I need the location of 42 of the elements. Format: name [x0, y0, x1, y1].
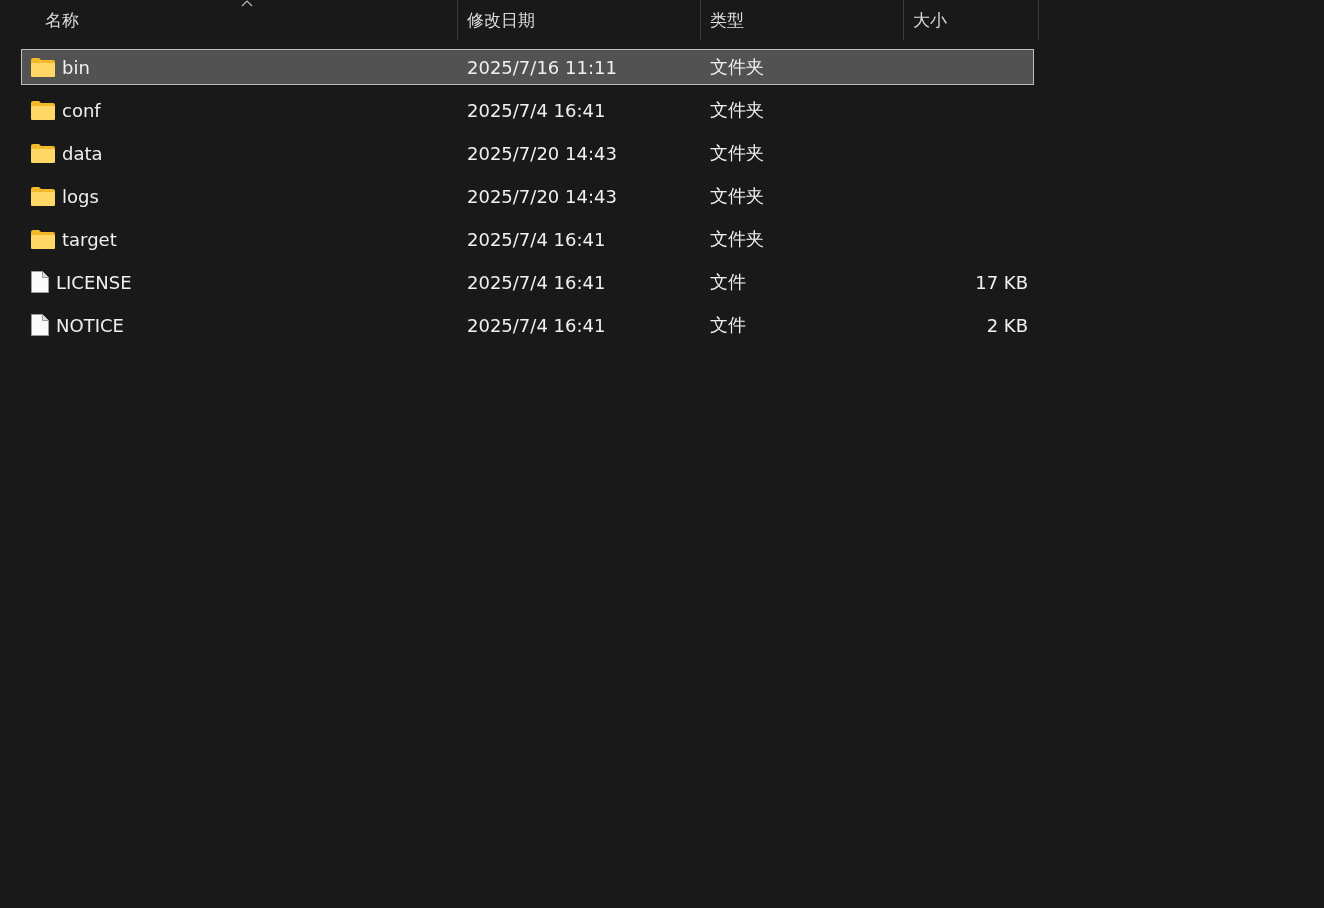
column-header[interactable]: 名称	[22, 0, 458, 40]
file-size: 17 KB	[975, 271, 1028, 293]
modified-date: 2025/7/4 16:41	[467, 99, 606, 121]
file-name: logs	[62, 185, 99, 207]
file-name: data	[62, 142, 103, 164]
folder-icon	[31, 57, 55, 77]
column-header[interactable]: 大小	[904, 0, 1039, 40]
modified-date: 2025/7/20 14:43	[467, 142, 617, 164]
modified-date: 2025/7/20 14:43	[467, 185, 617, 207]
modified-date: 2025/7/4 16:41	[467, 314, 606, 336]
file-type: 文件夹	[710, 184, 764, 208]
modified-date: 2025/7/16 11:11	[467, 56, 617, 78]
folder-icon	[31, 229, 55, 249]
file-type: 文件夹	[710, 55, 764, 79]
file-name: LICENSE	[56, 271, 132, 293]
file-size: 2 KB	[986, 314, 1028, 336]
column-header[interactable]: 修改日期	[458, 0, 701, 40]
modified-date: 2025/7/4 16:41	[467, 228, 606, 250]
file-row[interactable]: LICENSE 2025/7/4 16:41 文件 17 KB	[21, 264, 1034, 300]
file-name: conf	[62, 99, 101, 121]
document-icon	[31, 271, 49, 293]
document-icon	[31, 314, 49, 336]
folder-icon	[31, 100, 55, 120]
file-name: target	[62, 228, 117, 250]
file-row[interactable]: NOTICE 2025/7/4 16:41 文件 2 KB	[21, 307, 1034, 343]
file-type: 文件夹	[710, 98, 764, 122]
file-type: 文件夹	[710, 141, 764, 165]
file-type: 文件夹	[710, 227, 764, 251]
file-name: NOTICE	[56, 314, 124, 336]
folder-icon	[31, 143, 55, 163]
sort-caret-icon	[240, 0, 253, 7]
file-row[interactable]: conf 2025/7/4 16:41 文件夹	[21, 92, 1034, 128]
column-header[interactable]: 类型	[701, 0, 904, 40]
file-row[interactable]: data 2025/7/20 14:43 文件夹	[21, 135, 1034, 171]
file-row[interactable]: bin 2025/7/16 11:11 文件夹	[21, 49, 1034, 85]
file-name: bin	[62, 56, 90, 78]
folder-icon	[31, 186, 55, 206]
file-type: 文件	[710, 313, 746, 337]
file-type: 文件	[710, 270, 746, 294]
file-row[interactable]: target 2025/7/4 16:41 文件夹	[21, 221, 1034, 257]
modified-date: 2025/7/4 16:41	[467, 271, 606, 293]
file-row[interactable]: logs 2025/7/20 14:43 文件夹	[21, 178, 1034, 214]
